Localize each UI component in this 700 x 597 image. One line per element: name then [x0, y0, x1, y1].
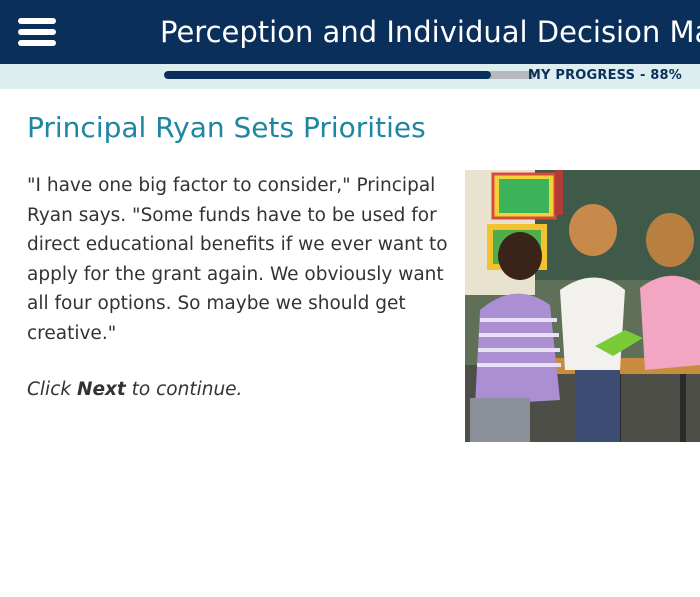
hamburger-menu-icon[interactable]: [18, 16, 58, 50]
body-paragraph: "I have one big factor to consider," Pri…: [27, 175, 448, 344]
progress-strip: MY PROGRESS - 88%: [0, 64, 700, 89]
progress-bar-fill: [164, 71, 492, 79]
classroom-photo-illustration: [465, 170, 700, 442]
continue-instruction: Click Next to continue.: [27, 376, 242, 404]
instruction-suffix: to continue.: [125, 379, 243, 400]
progress-label: MY PROGRESS - 88%: [527, 68, 682, 83]
classroom-photo: [465, 170, 700, 442]
next-keyword: Next: [76, 379, 126, 400]
page-title: Principal Ryan Sets Priorities: [27, 111, 426, 144]
progress-bar: [164, 71, 536, 79]
course-title: Perception and Individual Decision Makin…: [160, 15, 700, 49]
instruction-prefix: Click: [27, 379, 77, 400]
top-bar: Perception and Individual Decision Makin…: [0, 0, 700, 64]
